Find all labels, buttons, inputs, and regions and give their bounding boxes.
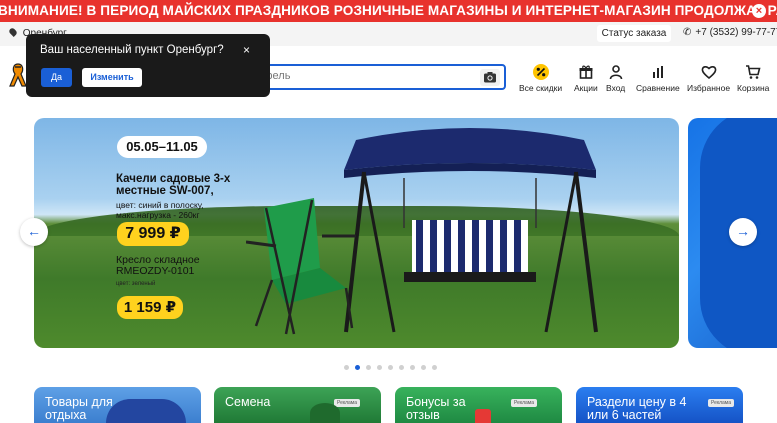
- camera-search-button[interactable]: [480, 69, 500, 86]
- user-icon: [609, 65, 622, 80]
- carousel-dot[interactable]: [377, 365, 382, 370]
- nav-cart[interactable]: Корзина: [737, 64, 769, 93]
- nav-all-discounts[interactable]: Все скидки: [519, 64, 562, 93]
- camera-icon: [484, 72, 496, 83]
- phone-number: +7 (3532) 99-77-77: [695, 27, 777, 38]
- garden-swing-image: [344, 128, 598, 333]
- category-card-seeds[interactable]: Семена Реклама: [214, 387, 381, 423]
- nav-login-label: Вход: [606, 83, 626, 93]
- product2-title: Кресло складное RMEOZDY-0101: [116, 254, 200, 277]
- carousel-dot[interactable]: [410, 365, 415, 370]
- category-card-bonuses[interactable]: Бонусы за отзыв Реклама: [395, 387, 562, 423]
- announcement-bar: ВНИМАНИЕ! В ПЕРИОД МАЙСКИХ ПРАЗДНИКОВ РО…: [0, 0, 777, 22]
- folding-chair-image: [246, 198, 356, 335]
- carousel-dot[interactable]: [399, 365, 404, 370]
- percent-icon: [532, 64, 549, 80]
- nav-favorites-label: Избранное: [687, 83, 731, 93]
- carousel-dot-active[interactable]: [355, 365, 360, 370]
- category-card-split-payment[interactable]: Раздели цену в 4 или 6 частей Реклама: [576, 387, 743, 423]
- carousel-dot[interactable]: [421, 365, 426, 370]
- category-card-leisure[interactable]: Товары для отдыха: [34, 387, 201, 423]
- search-box[interactable]: дрель: [252, 64, 506, 90]
- product1-price: 7 999 ₽: [117, 222, 189, 246]
- nav-login[interactable]: Вход: [606, 64, 625, 93]
- review-phone-image: [475, 409, 491, 423]
- change-location-button[interactable]: Изменить: [82, 68, 142, 87]
- phone-icon: ✆: [683, 27, 692, 38]
- gift-icon: [579, 65, 593, 79]
- nav-promotions[interactable]: Акции: [574, 64, 598, 93]
- product1-title: Качели садовые 3-х местные SW-007,: [116, 173, 231, 197]
- nav-compare[interactable]: Сравнение: [636, 64, 680, 93]
- order-status-button[interactable]: Статус заказа: [597, 25, 671, 42]
- cart-icon: [746, 65, 761, 79]
- ad-badge: Реклама: [708, 399, 734, 407]
- category-card-title: Товары для отдыха: [45, 395, 113, 422]
- phone-link[interactable]: ✆ +7 (3532) 99-77-77: [683, 27, 777, 38]
- product2-price: 1 159 ₽: [117, 296, 183, 319]
- category-card-title: Раздели цену в 4 или 6 частей: [587, 395, 687, 422]
- seedling-image: [310, 403, 340, 423]
- nav-cart-label: Корзина: [737, 83, 770, 93]
- popup-title: Ваш населенный пункт Оренбург?: [40, 44, 224, 56]
- carousel-dot[interactable]: [432, 365, 437, 370]
- category-card-title: Бонусы за отзыв: [406, 395, 466, 422]
- carousel-dot[interactable]: [366, 365, 371, 370]
- nav-promotions-label: Акции: [574, 83, 598, 93]
- carousel-dot[interactable]: [388, 365, 393, 370]
- leisure-card-image: [106, 399, 186, 423]
- chart-icon: [652, 66, 663, 78]
- confirm-yes-button[interactable]: Да: [41, 68, 72, 87]
- product1-description: цвет: синий в полоску, макс.нагрузка - 2…: [116, 200, 204, 220]
- ad-badge: Реклама: [511, 399, 537, 407]
- promo-date-pill: 05.05–11.05: [117, 136, 207, 158]
- location-confirm-popup: Ваш населенный пункт Оренбург? × Да Изме…: [26, 34, 270, 97]
- promo-banner[interactable]: 05.05–11.05 Качели садовые 3-х местные S…: [34, 118, 679, 348]
- ad-badge: Реклама: [334, 399, 360, 407]
- popup-close-icon[interactable]: ×: [243, 43, 250, 57]
- carousel-dot[interactable]: [344, 365, 349, 370]
- category-card-title: Семена: [225, 395, 271, 409]
- location-pin-icon: [8, 27, 18, 37]
- announcement-close-icon[interactable]: ×: [752, 4, 766, 18]
- heart-icon: [701, 66, 716, 80]
- nav-compare-label: Сравнение: [636, 83, 680, 93]
- carousel-prev-arrow-icon[interactable]: ←: [20, 218, 48, 246]
- announcement-text: ВНИМАНИЕ! В ПЕРИОД МАЙСКИХ ПРАЗДНИКОВ РО…: [0, 3, 777, 18]
- ribbon-logo-icon[interactable]: [8, 62, 28, 88]
- product2-description: цвет: зеленый: [116, 281, 156, 287]
- nav-favorites[interactable]: Избранное: [687, 64, 730, 93]
- nav-all-discounts-label: Все скидки: [519, 83, 563, 93]
- carousel-next-arrow-icon[interactable]: →: [729, 218, 757, 246]
